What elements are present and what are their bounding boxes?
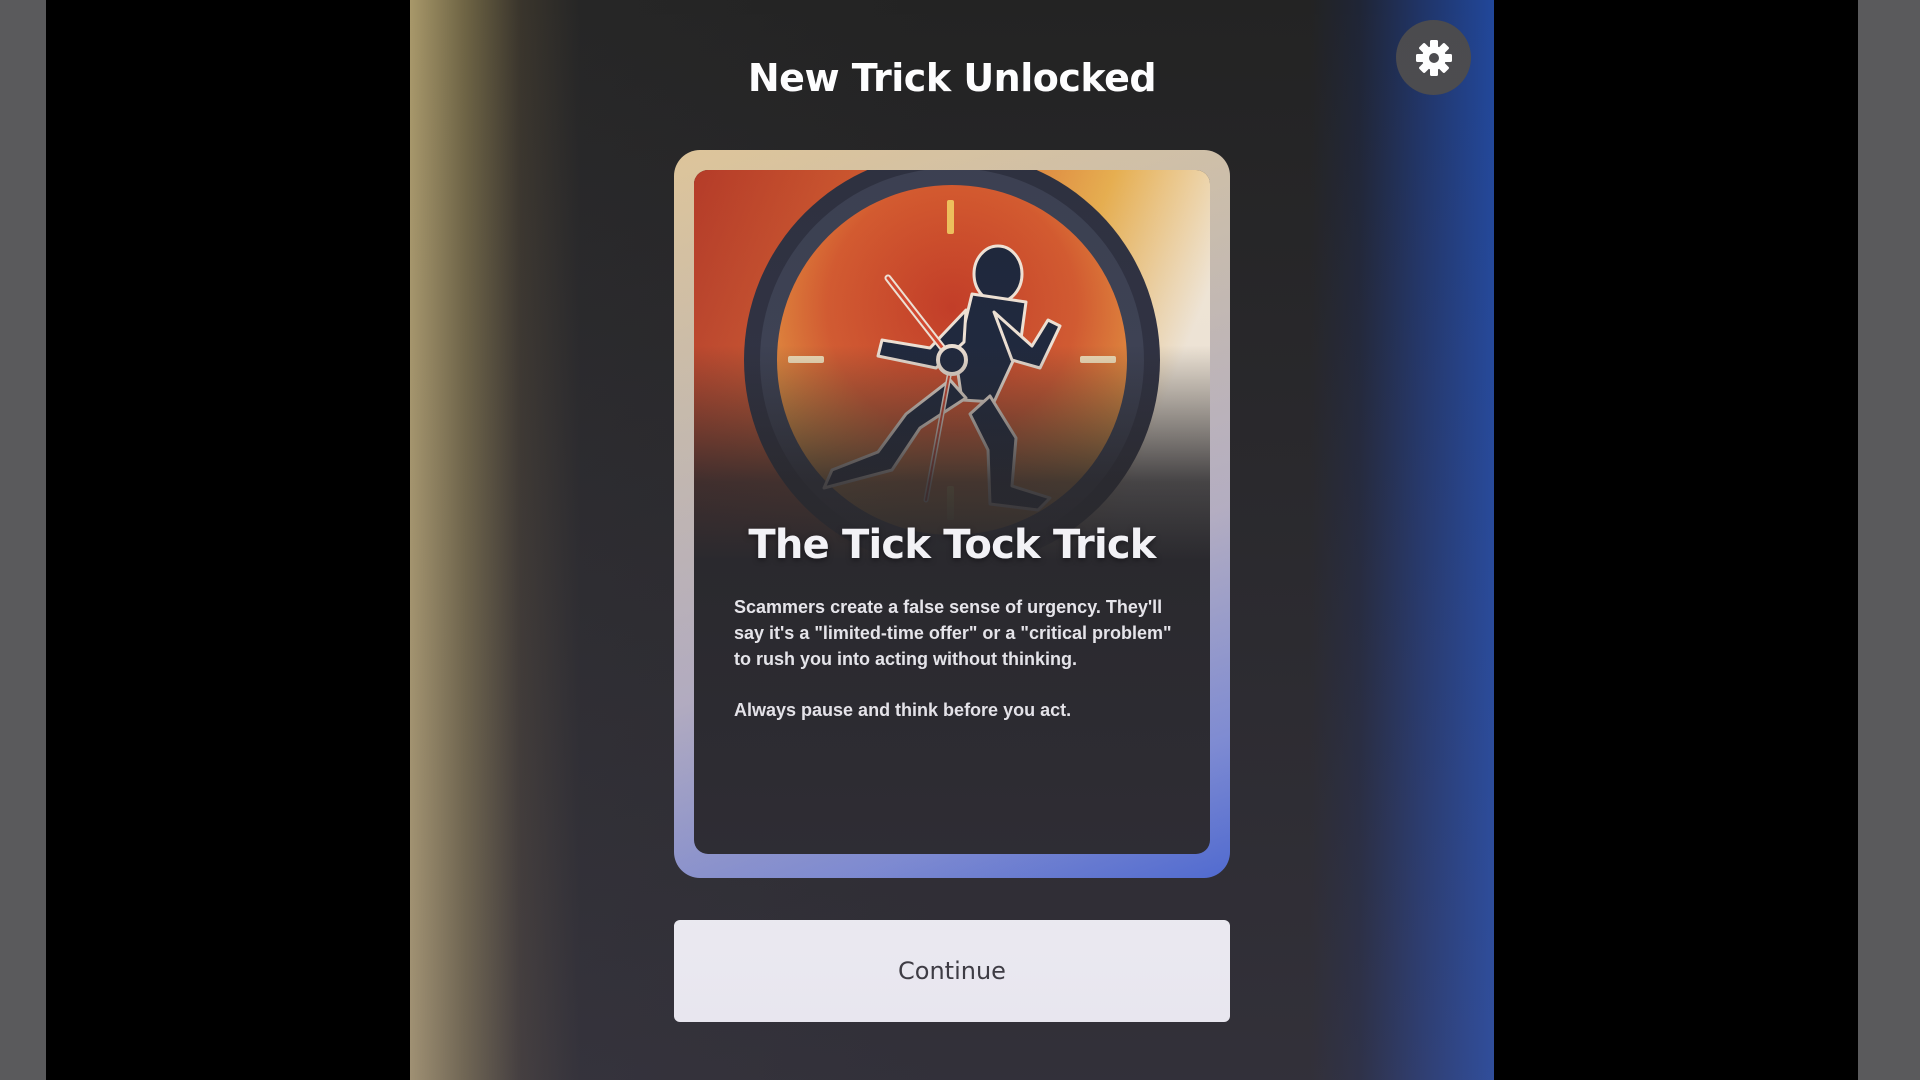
- trick-card: The Tick Tock Trick Scammers create a fa…: [674, 150, 1230, 878]
- app-window: New Trick Unlocked The Tick Tock Trick S…: [410, 0, 1494, 1080]
- card-description: Scammers create a false sense of urgency…: [734, 594, 1174, 748]
- card-paragraph: Always pause and think before you act.: [734, 700, 1072, 720]
- gear-icon: [1413, 37, 1455, 79]
- page-title: New Trick Unlocked: [747, 56, 1157, 100]
- card-paragraph: Scammers create a false sense of urgency…: [734, 597, 1172, 669]
- trick-card-inner: The Tick Tock Trick Scammers create a fa…: [694, 170, 1210, 854]
- continue-button[interactable]: Continue: [674, 920, 1230, 1022]
- clock-running-man-illustration: [694, 170, 1210, 568]
- card-title: The Tick Tock Trick: [748, 522, 1156, 568]
- left-letterbox: [0, 0, 46, 1080]
- settings-button[interactable]: [1396, 20, 1471, 95]
- right-letterbox: [1858, 0, 1920, 1080]
